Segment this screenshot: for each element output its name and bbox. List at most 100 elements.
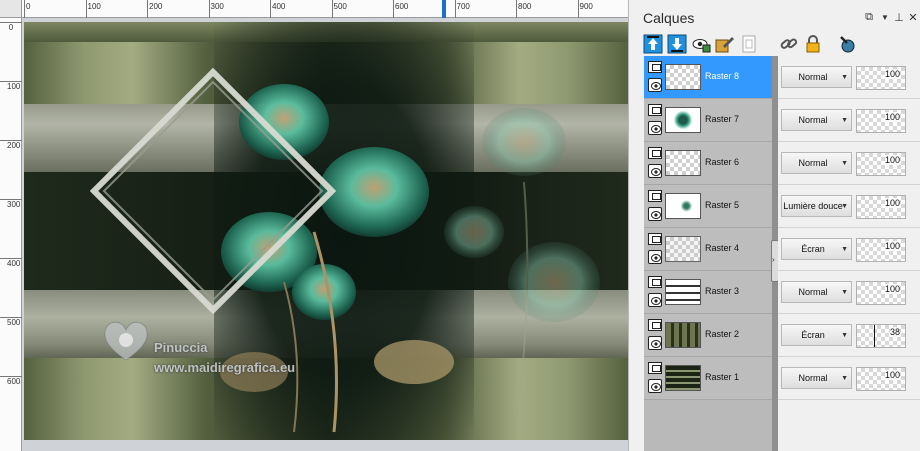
edit-layer-icon[interactable]	[715, 34, 735, 54]
blend-mode-dropdown[interactable]: Normal ▼	[781, 152, 852, 174]
blend-mode-value: Normal	[798, 158, 828, 168]
ruler-corner	[0, 0, 22, 18]
ruler-tick	[516, 0, 517, 18]
layer-row[interactable]: Raster 4	[644, 228, 772, 271]
ruler-tick-label: 300	[7, 200, 21, 209]
heart-logo-icon	[104, 321, 148, 361]
ruler-tick-label: 600	[7, 377, 21, 386]
blend-mode-dropdown[interactable]: Écran ▼	[781, 324, 852, 346]
layer-row[interactable]: Raster 7	[644, 99, 772, 142]
delete-layer-icon[interactable]	[739, 34, 759, 54]
visibility-icon[interactable]	[691, 34, 711, 54]
layer-thumbnail	[665, 64, 701, 90]
layer-name: Raster 8	[705, 71, 740, 81]
eye-icon[interactable]	[648, 78, 662, 92]
blend-mode-dropdown[interactable]: Normal ▼	[781, 281, 852, 303]
ruler-tick	[0, 81, 22, 82]
lock-icon[interactable]	[803, 34, 823, 54]
ruler-tick-label: 700	[456, 2, 470, 11]
layer-properties-row: Normal ▼ 100	[778, 142, 920, 185]
opacity-slider[interactable]: 100	[856, 367, 906, 391]
restore-icon[interactable]: ⧉	[863, 11, 875, 24]
layer-group-icon[interactable]	[648, 190, 662, 202]
chevron-down-icon[interactable]: ▼	[841, 117, 848, 124]
opacity-value: 100	[884, 370, 900, 380]
blend-mode-dropdown[interactable]: Écran ▼	[781, 238, 852, 260]
move-layer-up-icon[interactable]	[643, 34, 663, 54]
horizontal-ruler: 0 100 200 300 400 500 600 700 800 900	[22, 0, 628, 18]
opacity-slider[interactable]: 100	[856, 195, 906, 219]
ruler-tick	[577, 0, 579, 18]
eye-icon[interactable]	[648, 336, 662, 350]
ruler-tick-label: 500	[333, 2, 347, 11]
layer-group-icon[interactable]	[648, 276, 662, 288]
opacity-value: 100	[884, 198, 900, 208]
layer-row[interactable]: Raster 2	[644, 314, 772, 357]
eye-icon[interactable]	[648, 379, 662, 393]
ruler-tick	[24, 0, 25, 18]
eye-icon[interactable]	[648, 250, 662, 264]
opacity-slider[interactable]: 100	[856, 66, 906, 90]
eye-icon[interactable]	[648, 164, 662, 178]
blend-mode-dropdown[interactable]: Normal ▼	[781, 367, 852, 389]
chevron-down-icon[interactable]: ▼	[841, 74, 848, 81]
layer-name: Raster 1	[705, 372, 740, 382]
eye-icon[interactable]	[648, 207, 662, 221]
layer-row[interactable]: Raster 1	[644, 357, 772, 400]
blend-mode-dropdown[interactable]: Normal ▼	[781, 109, 852, 131]
layer-properties: Normal ▼ 100 Normal ▼ 100 Normal ▼ 100 Lumière do…	[778, 56, 920, 451]
chevron-down-icon[interactable]: ▼	[841, 375, 848, 382]
layer-group-icon[interactable]	[648, 362, 662, 374]
ruler-tick	[85, 0, 87, 18]
opacity-slider[interactable]: 100	[856, 238, 906, 262]
blend-mode-dropdown[interactable]: Lumière douce ▼	[781, 195, 852, 217]
pin-icon[interactable]: ⊥	[893, 11, 905, 24]
eye-icon[interactable]	[648, 121, 662, 135]
ruler-tick-label: 100	[87, 2, 101, 11]
panel-title: Calques	[643, 10, 695, 26]
eye-icon[interactable]	[648, 293, 662, 307]
layer-row[interactable]: Raster 5	[644, 185, 772, 228]
layer-group-icon[interactable]	[648, 233, 662, 245]
chevron-down-icon[interactable]: ▼	[841, 332, 848, 339]
blend-mode-value: Écran	[801, 330, 825, 340]
canvas-workspace[interactable]: 0 100 200 300 400 500 600 700 800 900 0 100 200 300 4…	[0, 0, 628, 451]
opacity-slider[interactable]: 100	[856, 152, 906, 176]
dropdown-icon[interactable]: ▼	[879, 13, 891, 22]
layer-name: Raster 2	[705, 329, 740, 339]
layer-properties-row: Normal ▼ 100	[778, 56, 920, 99]
opacity-slider[interactable]: 100	[856, 281, 906, 305]
close-icon[interactable]: ✕	[907, 11, 919, 24]
opacity-slider[interactable]: 100	[856, 109, 906, 133]
layers-toolbar	[641, 34, 920, 54]
ruler-tick	[0, 22, 22, 23]
chevron-down-icon[interactable]: ▼	[841, 203, 848, 210]
layer-group-icon[interactable]	[648, 147, 662, 159]
link-icon[interactable]	[779, 34, 799, 54]
blend-mode-dropdown[interactable]: Normal ▼	[781, 66, 852, 88]
opacity-value: 38	[889, 327, 900, 337]
blend-mode-value: Normal	[798, 115, 828, 125]
ruler-tick	[454, 0, 456, 18]
ruler-tick-label: 600	[395, 2, 409, 11]
ruler-tick-label: 500	[7, 318, 21, 327]
layer-group-icon[interactable]	[648, 61, 662, 73]
layer-row[interactable]: Raster 8	[644, 56, 772, 99]
chevron-down-icon[interactable]: ▼	[841, 246, 848, 253]
move-layer-down-icon[interactable]	[667, 34, 687, 54]
layer-group-icon[interactable]	[648, 319, 662, 331]
chevron-down-icon[interactable]: ▼	[841, 160, 848, 167]
layer-group-icon[interactable]	[648, 104, 662, 116]
layer-name: Raster 7	[705, 114, 740, 124]
opacity-value: 100	[884, 112, 900, 122]
vertical-ruler: 0 100 200 300 400 500 600	[0, 0, 22, 451]
layer-row[interactable]: Raster 3	[644, 271, 772, 314]
color-picker-icon[interactable]	[837, 34, 857, 54]
layer-properties-row: Écran ▼ 100	[778, 228, 920, 271]
ruler-tick	[0, 199, 22, 200]
layer-row[interactable]: Raster 6	[644, 142, 772, 185]
chevron-down-icon[interactable]: ▼	[841, 289, 848, 296]
opacity-slider[interactable]: 38	[856, 324, 906, 348]
canvas-image[interactable]: Pinuccia www.maidiregrafica.eu	[24, 22, 628, 440]
ruler-tick-label: 400	[7, 259, 21, 268]
